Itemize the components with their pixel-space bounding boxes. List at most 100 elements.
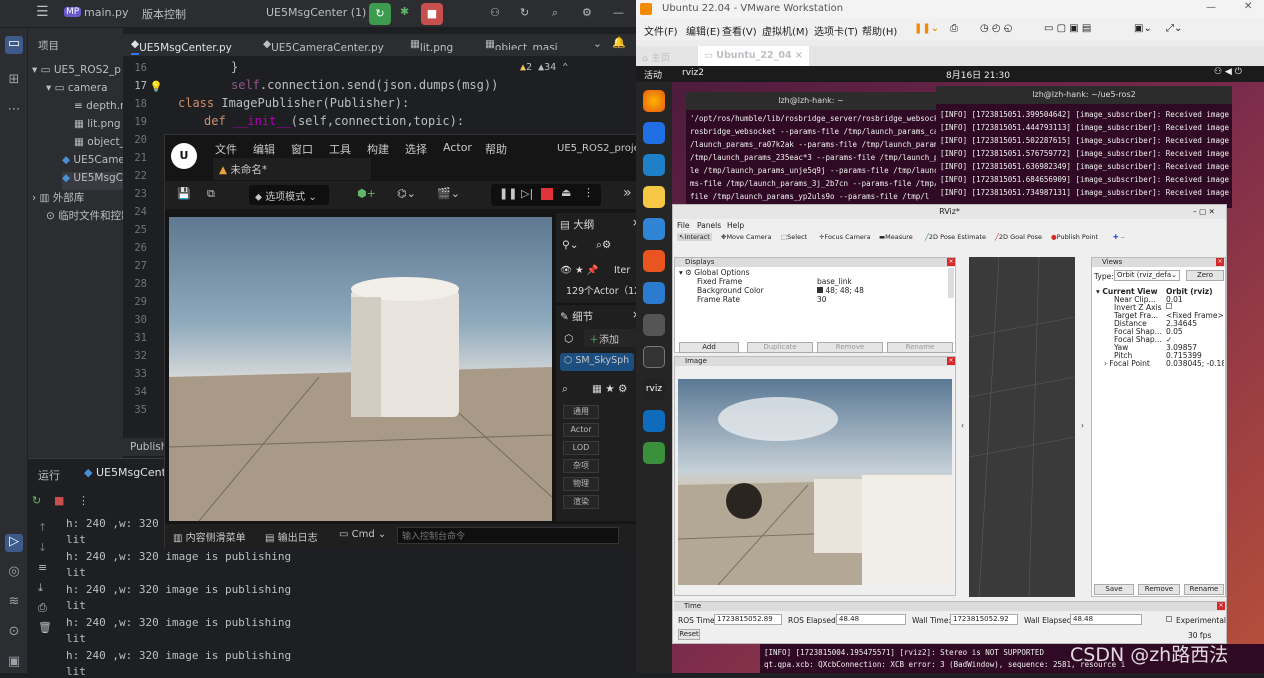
print-icon[interactable]: ⎙ xyxy=(38,601,47,615)
rhythmbox-icon[interactable] xyxy=(643,186,665,208)
tab-msgcenter[interactable]: ◆ UE5MsgCenter.py xyxy=(131,38,232,55)
project-panel-title[interactable]: 项目 xyxy=(38,38,59,56)
wrap-icon[interactable]: ≡ xyxy=(38,561,47,574)
mode-select[interactable]: ⬥ 选项模式 ⌄ xyxy=(249,185,329,205)
close-icon[interactable]: × xyxy=(1216,258,1224,266)
trash-icon[interactable] xyxy=(643,442,665,464)
vm-menu-view[interactable]: 查看(V) xyxy=(722,23,757,38)
tab-object-mask[interactable]: ▦ object_masi xyxy=(485,38,580,50)
ue-menu-actor[interactable]: Actor xyxy=(443,141,472,154)
level-viewport[interactable] xyxy=(169,217,552,521)
trash-icon[interactable]: 🗑 xyxy=(38,621,52,634)
menu-file[interactable]: File xyxy=(677,221,690,230)
minimize-icon[interactable]: — xyxy=(613,6,624,19)
debug-icon[interactable]: ✱ xyxy=(400,5,409,18)
tree-item[interactable]: ≡ depth.n xyxy=(74,100,123,118)
selected-component[interactable]: ⬡ SM_SkySph xyxy=(560,353,634,371)
terminal-window-1[interactable]: lzh@lzh-hank: ~ '/opt/ros/humble/lib/ros… xyxy=(686,92,936,208)
structure-icon[interactable]: ⊞ xyxy=(5,72,23,90)
bulb-icon[interactable]: 💡 xyxy=(150,80,163,93)
category-misc[interactable]: 杂项 xyxy=(563,459,599,473)
notifications-bell-icon[interactable]: 🔔 xyxy=(612,36,626,49)
add-user-icon[interactable]: ⚇ xyxy=(490,6,500,19)
vm-menu-edit[interactable]: 编辑(E) xyxy=(686,23,720,38)
cmd-dropdown[interactable]: ▭ Cmd ⌄ xyxy=(339,529,386,540)
search-icon[interactable]: ⌕⚙ xyxy=(596,239,611,252)
terminal-icon[interactable] xyxy=(643,346,665,368)
thunderbird-icon[interactable] xyxy=(643,122,665,144)
grid-icon[interactable]: ▦ ★ ⚙ xyxy=(592,383,627,395)
snapshot-icon[interactable]: ◷ ◴ ◵ xyxy=(980,23,1013,34)
more-icon[interactable]: ⋮ xyxy=(78,494,89,507)
view-prop-value[interactable]: 0.038045; -0.182... xyxy=(1166,359,1224,368)
ue-menu-help[interactable]: 帮助 xyxy=(485,141,507,157)
property-value[interactable]: base_link xyxy=(817,277,852,286)
property-value[interactable]: 30 xyxy=(817,295,827,304)
vscode-icon[interactable] xyxy=(643,154,665,176)
ue-menu-tools[interactable]: 工具 xyxy=(329,141,351,157)
cinematics-icon[interactable]: 🎬⌄ xyxy=(437,187,460,200)
ue-menu-select[interactable]: 选择 xyxy=(405,141,427,157)
close-icon[interactable]: ✕ xyxy=(1244,1,1252,12)
menu-panels[interactable]: Panels xyxy=(697,221,721,230)
play-options-icon[interactable]: ⋮ xyxy=(583,186,594,199)
zero-button[interactable]: Zero xyxy=(1186,270,1224,281)
scroll-down-icon[interactable]: ↓ xyxy=(38,541,47,554)
add-tool-icon[interactable]: ✚ ‒ xyxy=(1113,233,1125,241)
expand-icon[interactable]: » xyxy=(623,185,632,201)
tree-item[interactable]: › ▥ 外部库 xyxy=(32,190,123,208)
tree-item[interactable]: ◆ UE5Came xyxy=(62,154,123,172)
services-icon[interactable]: ⊙ xyxy=(5,624,23,642)
tree-item[interactable]: ▾ ▭ UE5_ROS2_p xyxy=(32,64,123,82)
tab-home[interactable]: ⌂ 主页 xyxy=(642,50,670,64)
eject-button[interactable]: ⏏ xyxy=(561,186,571,199)
blueprint-icon[interactable]: ⌬⌄ xyxy=(397,187,416,200)
output-log-button[interactable]: ▤ 输出日志 xyxy=(265,529,318,544)
invert-z-checkbox[interactable] xyxy=(1166,303,1172,309)
ue-menu-edit[interactable]: 编辑 xyxy=(253,141,275,157)
close-icon[interactable]: × xyxy=(947,258,955,266)
category-rendering[interactable]: 渲染 xyxy=(563,495,599,509)
software-icon[interactable] xyxy=(643,250,665,272)
layers-icon[interactable]: ≋ xyxy=(5,594,23,612)
ue-menu-window[interactable]: 窗口 xyxy=(291,141,313,157)
view-type-select[interactable]: Orbit (rviz_defa⌄ xyxy=(1114,270,1180,281)
inspection-widget[interactable]: ▲2 ▲34 ⌃ xyxy=(520,62,568,73)
tabs-dropdown-icon[interactable]: ⌄ xyxy=(593,38,602,50)
ros-time-field[interactable]: 1723815052.89 xyxy=(714,614,782,625)
wall-elapsed-field[interactable]: 48.48 xyxy=(1070,614,1142,625)
python-packages-icon[interactable]: ◎ xyxy=(5,564,23,582)
tab-cameracenter[interactable]: ◆ UE5CameraCenter.py xyxy=(263,38,384,54)
fullscreen-icon[interactable]: ⤢⌄ xyxy=(1166,23,1182,34)
tool-publish-point[interactable]: ●Publish Point xyxy=(1051,233,1098,241)
terminal-icon[interactable]: ▣ xyxy=(5,654,23,672)
tool-move-camera[interactable]: ✥Move Camera xyxy=(721,233,771,241)
tree-item[interactable]: ▦ lit.png xyxy=(74,118,123,136)
search-icon[interactable]: ⌕ xyxy=(562,383,568,396)
collapse-right-icon[interactable]: › xyxy=(1081,421,1084,430)
save-icon[interactable]: 💾 xyxy=(177,187,191,200)
pause-vm-icon[interactable]: ❚❚⌄ xyxy=(914,23,939,34)
vm-menu-vm[interactable]: 虚拟机(M) xyxy=(762,23,808,38)
category-lod[interactable]: LOD xyxy=(563,441,599,455)
tree-item-selected[interactable]: ◆ UE5MsgC xyxy=(62,172,123,190)
tool-goal-pose[interactable]: ╱2D Goal Pose xyxy=(995,233,1042,241)
folder-icon[interactable]: ▭ xyxy=(5,36,23,54)
run-icon[interactable]: ▷ xyxy=(5,534,23,552)
scroll-up-icon[interactable]: ↑ xyxy=(38,521,47,534)
clock[interactable]: 8月16日 21:30 xyxy=(946,68,1010,81)
run-config[interactable]: UE5MsgCenter (1) xyxy=(266,6,366,19)
scroll-end-icon[interactable]: ⤓ xyxy=(38,581,43,595)
content-browser-icon[interactable]: ⧉ xyxy=(207,187,215,201)
filter-icon[interactable]: ⚲⌄ xyxy=(562,239,579,251)
stop-button[interactable]: ■ xyxy=(421,3,443,25)
displays-scrollbar[interactable] xyxy=(948,268,954,298)
search-icon[interactable]: ⌕ xyxy=(552,6,558,20)
tree-item[interactable]: ▾ ▭ camera xyxy=(46,82,123,100)
file-title[interactable]: main.py xyxy=(84,6,128,19)
vm-menu-tabs[interactable]: 选项卡(T) xyxy=(814,23,858,38)
activities-button[interactable]: 活动 xyxy=(644,68,662,81)
system-tray-icons[interactable]: ⚇ ◀ ⏻ xyxy=(1214,67,1242,77)
level-tab[interactable]: ▲ 未命名* xyxy=(213,158,371,180)
help-icon[interactable] xyxy=(643,282,665,304)
